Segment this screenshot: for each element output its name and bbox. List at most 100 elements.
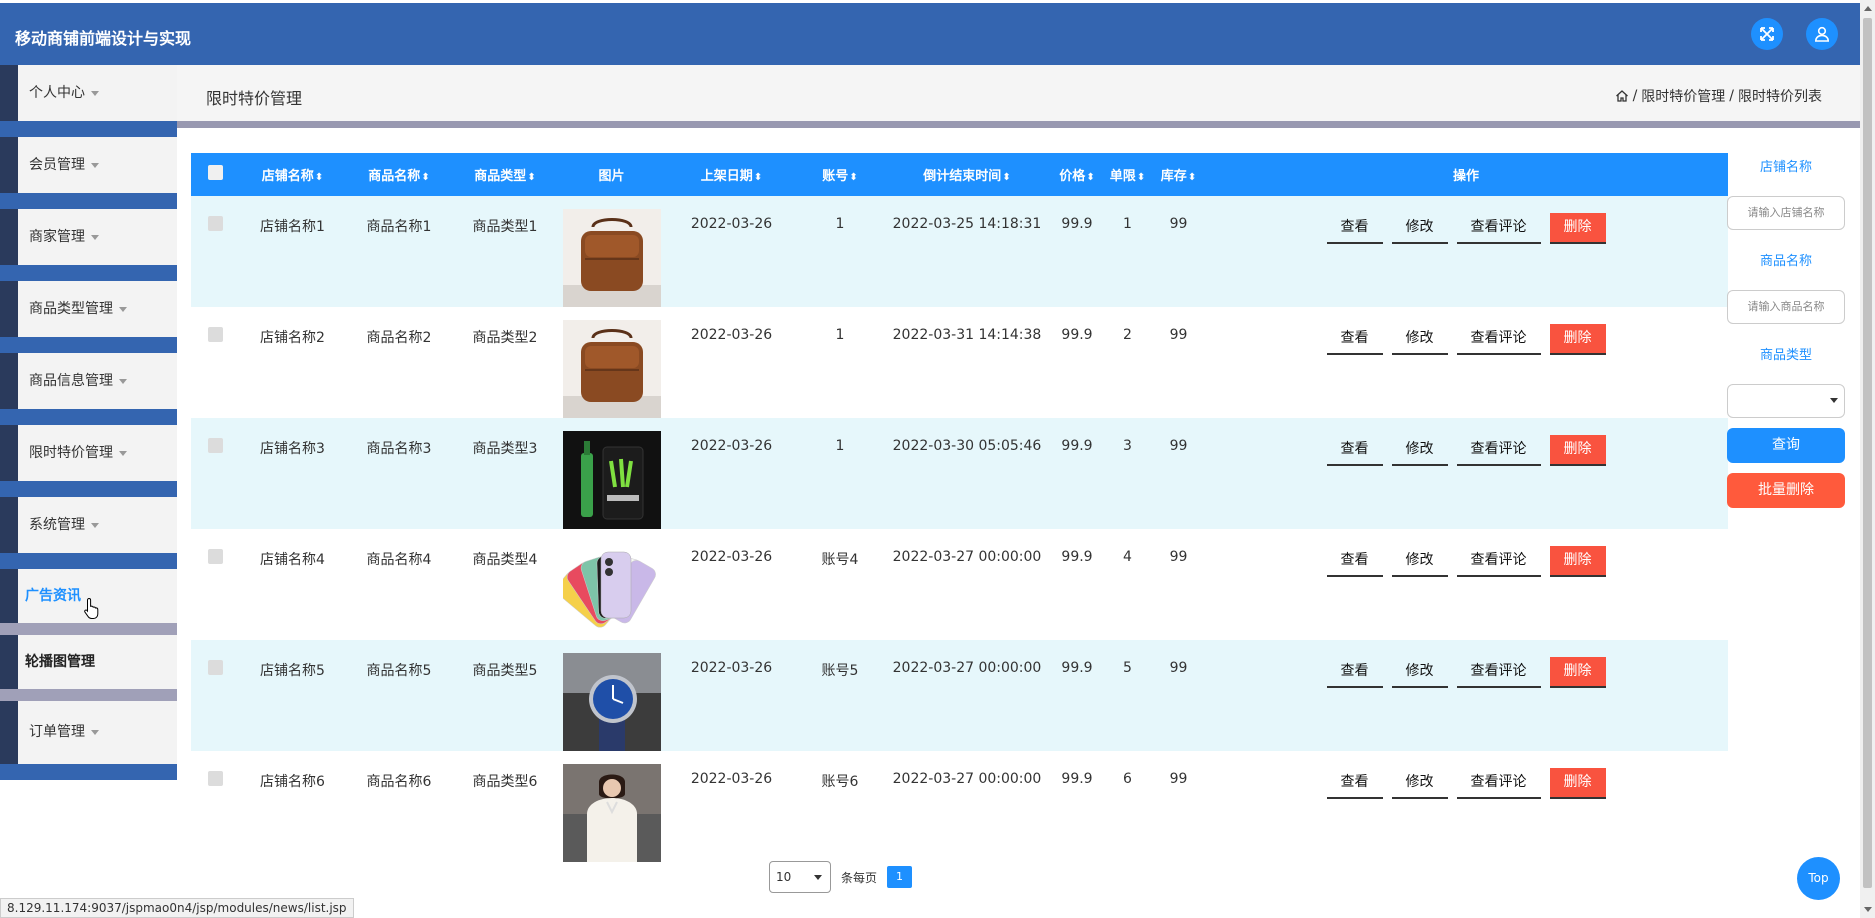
sidebar-item-face[interactable]: 限时特价管理 [18, 425, 177, 481]
page-scrollbar[interactable] [1860, 0, 1875, 918]
shop-name-cell: 店铺名称4 [260, 552, 325, 568]
scroll-down-icon[interactable] [1864, 907, 1872, 912]
edit-button[interactable]: 修改 [1391, 768, 1448, 799]
sidebar-item-divider [0, 265, 177, 281]
sidebar-item[interactable]: 商品信息管理 [0, 353, 177, 425]
sort-icon[interactable]: ⬍ [849, 172, 857, 183]
sort-icon[interactable]: ⬍ [754, 172, 762, 183]
delete-button[interactable]: 删除 [1549, 546, 1606, 577]
delete-button[interactable]: 删除 [1549, 213, 1606, 244]
view-button[interactable]: 查看 [1326, 324, 1383, 355]
sort-icon[interactable]: ⬍ [315, 172, 323, 183]
column-header[interactable]: 账号⬍ [798, 153, 882, 196]
sort-icon[interactable]: ⬍ [527, 172, 535, 183]
delete-button[interactable]: 删除 [1549, 768, 1606, 799]
product-image [562, 764, 661, 862]
user-button[interactable] [1806, 18, 1838, 50]
sort-icon[interactable]: ⬍ [1188, 172, 1196, 183]
column-header[interactable]: 商品名称⬍ [346, 153, 452, 196]
sort-icon[interactable]: ⬍ [1086, 172, 1094, 183]
edit-button[interactable]: 修改 [1391, 657, 1448, 688]
sidebar-item-face[interactable]: 轮播图管理 [18, 635, 177, 689]
view-comments-button[interactable]: 查看评论 [1456, 546, 1541, 577]
breadcrumb: / 限时特价管理 / 限时特价列表 [1615, 86, 1822, 106]
sidebar-item-face[interactable]: 商家管理 [18, 209, 177, 265]
row-select-cell [191, 196, 239, 307]
scroll-thumb[interactable] [1863, 18, 1872, 888]
fullscreen-button[interactable] [1751, 18, 1783, 50]
select-all-header[interactable] [191, 153, 239, 196]
page-size-select[interactable]: 10 [769, 861, 831, 893]
sidebar-item-face[interactable]: 系统管理 [18, 497, 177, 553]
shop-name-cell: 店铺名称1 [239, 196, 346, 307]
sidebar-item-face[interactable]: 商品类型管理 [18, 281, 177, 337]
column-header[interactable]: 店铺名称⬍ [239, 153, 346, 196]
sidebar-item[interactable]: 限时特价管理 [0, 425, 177, 497]
column-header[interactable]: 倒计结束时间⬍ [882, 153, 1052, 196]
row-checkbox[interactable] [207, 660, 223, 675]
account-cell: 账号4 [821, 552, 859, 568]
breadcrumb-item-special-price[interactable]: 限时特价管理 [1641, 86, 1725, 106]
scroll-up-icon[interactable] [1864, 6, 1872, 11]
view-button[interactable]: 查看 [1326, 768, 1383, 799]
row-actions-cell: 查看 修改 查看评论 删除 [1204, 307, 1728, 418]
edit-button[interactable]: 修改 [1391, 213, 1448, 244]
price-cell: 99.9 [1061, 549, 1093, 565]
query-button[interactable]: 查询 [1727, 428, 1845, 463]
delete-button[interactable]: 删除 [1549, 657, 1606, 688]
product-image-cell [558, 640, 665, 751]
column-header[interactable]: 商品类型⬍ [452, 153, 558, 196]
sort-icon[interactable]: ⬍ [1137, 172, 1145, 183]
home-icon[interactable] [1615, 89, 1629, 103]
row-checkbox[interactable] [207, 549, 223, 564]
view-comments-button[interactable]: 查看评论 [1456, 657, 1541, 688]
sidebar-item-face[interactable]: 商品信息管理 [18, 353, 177, 409]
sidebar-item-face[interactable]: 订单管理 [18, 701, 177, 764]
row-checkbox[interactable] [207, 216, 223, 231]
sidebar-item-face[interactable]: 个人中心 [18, 65, 177, 121]
sidebar-item[interactable]: 商家管理 [0, 209, 177, 281]
shop-name-input[interactable]: 请输入店铺名称 [1727, 196, 1845, 230]
edit-button[interactable]: 修改 [1391, 546, 1448, 577]
view-button[interactable]: 查看 [1326, 657, 1383, 688]
view-comments-button[interactable]: 查看评论 [1456, 435, 1541, 466]
row-checkbox[interactable] [207, 438, 223, 453]
view-button[interactable]: 查看 [1326, 213, 1383, 244]
page-number-button[interactable]: 1 [887, 866, 913, 888]
limit-cell: 5 [1102, 640, 1153, 751]
view-button[interactable]: 查看 [1326, 546, 1383, 577]
end-time-cell: 2022-03-27 00:00:00 [892, 549, 1042, 565]
view-comments-button[interactable]: 查看评论 [1456, 213, 1541, 244]
sidebar-item[interactable]: 轮播图管理 [0, 635, 177, 701]
delete-button[interactable]: 删除 [1549, 435, 1606, 466]
sidebar-item[interactable]: 会员管理 [0, 137, 177, 209]
chevron-down-icon [91, 522, 99, 528]
sidebar-item[interactable]: 个人中心 [0, 65, 177, 137]
select-all-checkbox[interactable] [207, 165, 223, 180]
sort-icon[interactable]: ⬍ [421, 172, 429, 183]
column-header[interactable]: 上架日期⬍ [665, 153, 798, 196]
sidebar-item[interactable]: 系统管理 [0, 497, 177, 569]
sidebar-item[interactable]: 订单管理 [0, 701, 177, 780]
column-header[interactable]: 价格⬍ [1052, 153, 1102, 196]
column-header[interactable]: 库存⬍ [1153, 153, 1204, 196]
product-type-select[interactable] [1727, 384, 1845, 418]
edit-button[interactable]: 修改 [1391, 324, 1448, 355]
row-actions-cell: 查看 修改 查看评论 删除 [1204, 640, 1728, 751]
column-header[interactable]: 单限⬍ [1102, 153, 1153, 196]
delete-button[interactable]: 删除 [1549, 324, 1606, 355]
sidebar-item[interactable]: 商品类型管理 [0, 281, 177, 353]
back-to-top-button[interactable]: Top [1797, 857, 1840, 900]
sort-icon[interactable]: ⬍ [1002, 172, 1010, 183]
row-checkbox[interactable] [207, 771, 223, 786]
view-comments-button[interactable]: 查看评论 [1456, 324, 1541, 355]
view-comments-button[interactable]: 查看评论 [1456, 768, 1541, 799]
end-time-cell: 2022-03-25 14:18:31 [882, 196, 1052, 307]
edit-button[interactable]: 修改 [1391, 435, 1448, 466]
product-name-input[interactable]: 请输入商品名称 [1727, 290, 1845, 324]
view-button[interactable]: 查看 [1326, 435, 1383, 466]
row-actions-cell: 查看 修改 查看评论 删除 [1204, 196, 1728, 307]
sidebar-item-face[interactable]: 会员管理 [18, 137, 177, 193]
row-checkbox[interactable] [207, 327, 223, 342]
batch-delete-button[interactable]: 批量删除 [1727, 473, 1845, 508]
